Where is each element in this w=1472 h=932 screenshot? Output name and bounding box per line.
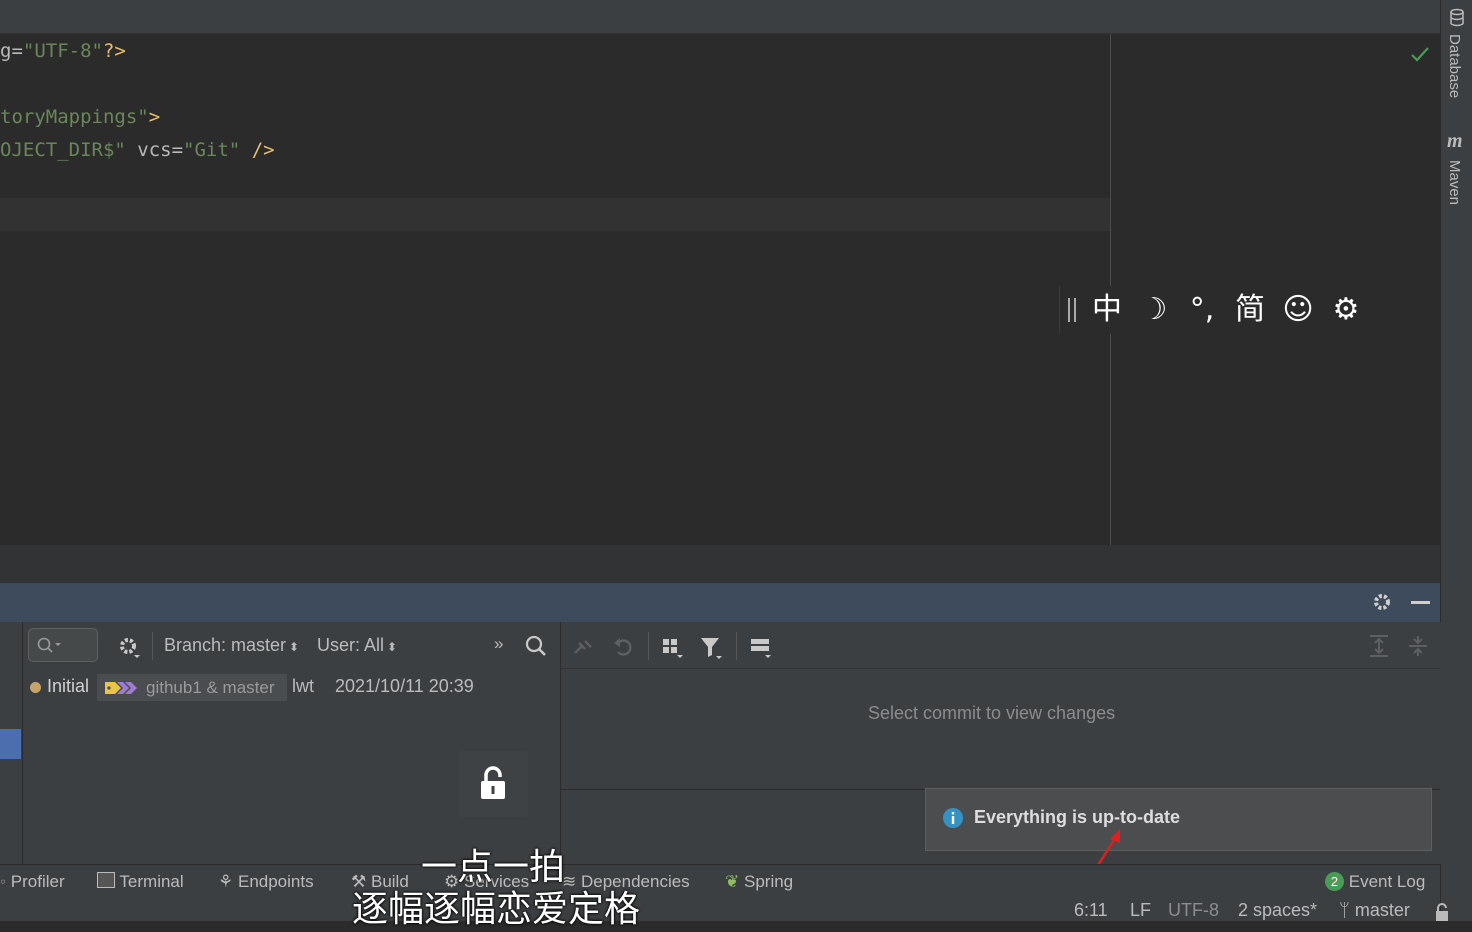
code-token: toryMappings" [0,106,149,128]
ref-names: github1 & master [146,678,275,697]
event-log-label: Event Log [1348,872,1426,891]
line-separator[interactable]: LF [1130,900,1151,921]
event-log-tab[interactable]: 2 Event Log [1325,872,1425,892]
notification-text: Everything is up-to-date [974,807,1181,827]
unlock-icon [481,766,505,799]
layout-icon[interactable] [749,635,775,661]
user-filter-label: User: All [317,635,385,655]
readonly-lock-icon[interactable] [1434,902,1452,921]
info-icon [943,808,963,828]
editor-tab-strip [0,0,1440,34]
commit-refs: github1 & master [97,674,287,701]
profiler-tab-label: Profiler [10,872,65,891]
notification-balloon[interactable]: Everything is up-to-date [925,788,1432,851]
ime-toolbar: 中 ☽ °, 简 ☺ ⚙ [1059,286,1378,334]
endpoints-icon: ⚘ [218,872,234,891]
endpoints-tab[interactable]: ⚘ Endpoints [218,872,314,892]
toolbar-separator [152,632,153,660]
status-bar [0,898,1440,921]
caret-position[interactable]: 6:11 [1074,900,1108,921]
find-icon[interactable] [524,634,548,658]
commit-log [23,622,559,864]
code-token: > [148,106,161,128]
database-icon [1450,8,1464,27]
ime-drag-handle[interactable] [1068,298,1076,322]
maven-icon: m [1447,130,1463,152]
editor-bottom-area [0,545,1440,583]
subtitle-line-2: 逐幅逐幅恋爱定格 [352,889,641,930]
git-branch-widget[interactable]: ᛘ master [1339,900,1410,921]
code-token: "UTF-8" [22,40,103,62]
event-count-badge: 2 [1325,872,1344,891]
cherry-pick-icon[interactable] [571,635,595,659]
git-panel-header [0,583,1440,622]
revert-icon[interactable] [612,635,636,659]
profiler-icon: ◦ [0,872,7,891]
branch-filter[interactable]: Branch: master ⬍ [164,635,299,656]
commit-node [30,682,41,693]
gear-icon[interactable] [1371,591,1393,613]
spring-icon: ❦ [725,872,740,891]
details-empty-text: Select commit to view changes [868,703,1116,723]
tool-window-bar [0,864,1440,899]
branches-rail-selection[interactable] [0,729,21,759]
collapse-all-icon[interactable] [1407,634,1429,658]
spring-tab[interactable]: ❦ Spring [725,872,793,892]
branch-filter-label: Branch: master [164,635,287,655]
code-token: ?> [102,40,126,62]
code-token: "Git" [183,139,241,161]
search-icon [37,637,61,653]
code-token: g= [0,40,23,62]
commit-author: lwt [292,676,314,696]
branch-icon: ᛘ [1339,900,1350,920]
file-encoding[interactable]: UTF-8 [1168,900,1219,921]
git-branch-label: master [1354,900,1410,920]
updown-arrow-icon: ⬍ [387,640,398,654]
details-toolbar [560,622,1440,669]
terminal-tab-label: Terminal [119,872,184,891]
code-token: vcs= [125,139,184,161]
chinese-mode-icon[interactable]: 中 [1087,292,1127,328]
tag-icon [105,682,137,694]
expand-all-icon[interactable] [1368,634,1390,658]
lock-badge[interactable] [458,751,528,817]
maven-tool-tab[interactable]: Maven [1446,160,1463,205]
terminal-icon [97,872,115,888]
code-token: OJECT_DIR$" [0,139,126,161]
minimize-icon[interactable] [1411,601,1430,604]
code-line-2: toryMappings"> [0,105,160,129]
punctuation-icon[interactable]: °, [1182,292,1222,328]
user-filter[interactable]: User: All ⬍ [317,635,397,656]
code-token: /> [240,139,275,161]
half-width-icon[interactable]: ☽ [1134,292,1174,328]
spring-tab-label: Spring [743,872,794,891]
simplified-icon[interactable]: 简 [1230,292,1270,328]
commit-date: 2021/10/11 20:39 [335,676,474,696]
endpoints-tab-label: Endpoints [237,872,314,891]
settings-icon[interactable]: ⚙ [1326,292,1366,328]
group-by-icon[interactable] [661,635,687,661]
log-search-input[interactable] [28,628,98,662]
profiler-tab[interactable]: ◦ Profiler [0,872,65,892]
database-tool-tab[interactable]: Database [1446,34,1463,98]
indent-setting[interactable]: 2 spaces* [1238,900,1317,921]
toolbar-separator [736,632,737,660]
emoji-icon[interactable]: ☺ [1278,292,1318,328]
log-settings-gear-icon[interactable] [117,635,141,659]
filter-icon[interactable] [699,635,725,661]
code-line-1: g="UTF-8"?> [0,39,126,63]
terminal-tab[interactable]: Terminal [97,872,184,892]
no-problems-check-icon[interactable] [1409,44,1431,64]
current-line-highlight [0,198,1110,231]
commit-message[interactable]: Initial [47,676,89,697]
updown-arrow-icon: ⬍ [289,640,300,654]
code-line-3: OJECT_DIR$" vcs="Git" /> [0,138,275,162]
toolbar-separator [648,632,649,660]
more-filters-icon[interactable]: » [494,634,503,654]
